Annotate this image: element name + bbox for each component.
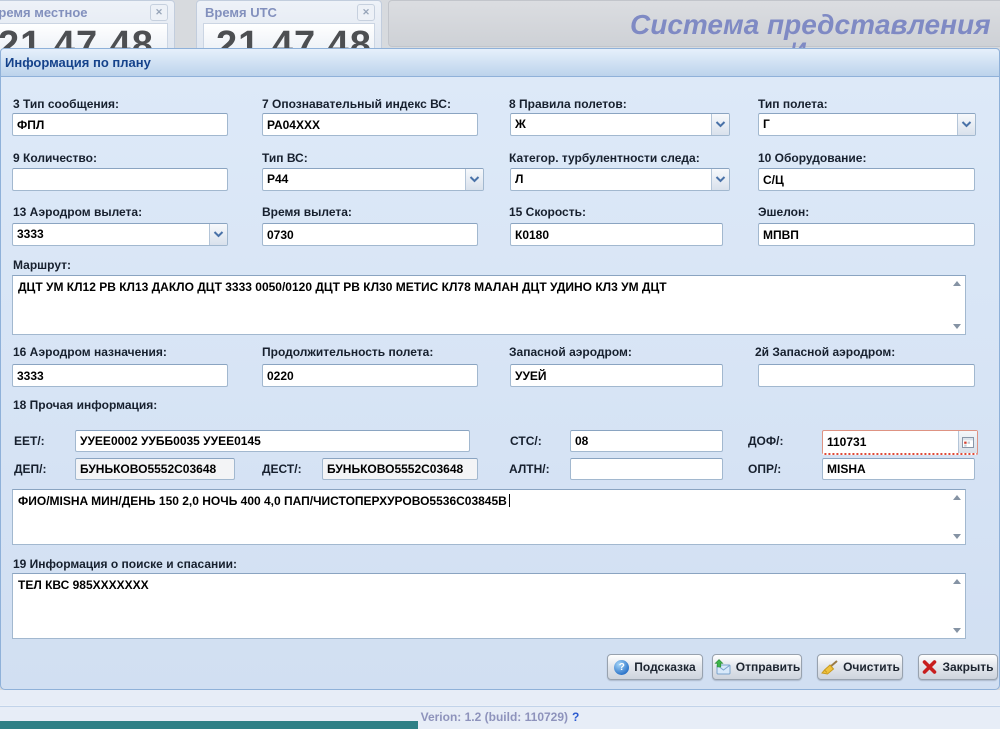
chevron-down-icon[interactable] — [209, 224, 227, 245]
quantity-input[interactable] — [12, 168, 228, 191]
flight-rules-label: 8 Правила полетов: — [509, 97, 627, 111]
dep-label: ДЕП/: — [14, 462, 47, 476]
dialog-title: Информация по плану — [0, 48, 1000, 77]
flight-rules-value: Ж — [511, 114, 711, 135]
chevron-down-icon[interactable] — [465, 169, 483, 190]
turbulence-category-value: Л — [511, 169, 711, 190]
dof-label: ДОФ/: — [748, 434, 783, 448]
aircraft-type-select[interactable]: Р44 — [262, 168, 484, 191]
alternate-aerodrome-label: Запасной аэродром: — [509, 345, 632, 359]
clear-button[interactable]: Очистить — [817, 654, 903, 680]
departure-aerodrome-value: 3333 — [13, 224, 209, 245]
scroll-down-icon[interactable] — [953, 534, 961, 539]
send-button[interactable]: Отправить — [712, 654, 802, 680]
quantity-label: 9 Количество: — [13, 151, 97, 165]
departure-time-input[interactable] — [262, 223, 478, 246]
flight-rules-select[interactable]: Ж — [510, 113, 730, 136]
sts-input[interactable] — [570, 430, 723, 452]
aircraft-type-label: Тип ВС: — [262, 151, 308, 165]
route-text: ДЦТ УМ КЛ12 РВ КЛ13 ДАКЛО ДЦТ 3333 0050/… — [18, 280, 667, 294]
level-input[interactable] — [758, 223, 975, 246]
chevron-down-icon[interactable] — [711, 114, 729, 135]
departure-aerodrome-select[interactable]: 3333 — [12, 223, 228, 246]
flight-duration-input[interactable] — [262, 364, 478, 387]
equipment-input[interactable] — [758, 168, 975, 191]
equipment-label: 10 Оборудование: — [758, 151, 866, 165]
eet-input[interactable] — [75, 430, 470, 452]
flight-type-value: Г — [759, 114, 957, 135]
route-label: Маршрут: — [13, 258, 71, 272]
altn-label: АЛТН/: — [509, 462, 550, 476]
speed-label: 15 Скорость: — [509, 205, 586, 219]
send-button-label: Отправить — [736, 660, 800, 674]
scroll-up-icon[interactable] — [953, 495, 961, 500]
msg-type-input[interactable] — [12, 113, 228, 136]
scroll-down-icon[interactable] — [953, 324, 961, 329]
turbulence-category-label: Категор. турбулентности следа: — [509, 151, 700, 165]
hint-button-label: Подсказка — [634, 660, 695, 674]
close-icon[interactable]: ✕ — [150, 4, 168, 21]
speed-input[interactable] — [510, 223, 723, 246]
dof-input[interactable] — [823, 431, 958, 453]
sts-label: СТС/: — [510, 434, 542, 448]
second-alternate-aerodrome-label: 2й Запасной аэродром: — [755, 345, 895, 359]
other-info-heading: 18 Прочая информация: — [13, 398, 157, 412]
bottom-bar — [0, 721, 418, 729]
close-icon[interactable]: ✕ — [357, 4, 375, 21]
eet-label: ЕЕТ/: — [14, 434, 45, 448]
help-icon: ? — [614, 660, 629, 675]
flight-type-select[interactable]: Г — [758, 113, 976, 136]
flight-duration-label: Продолжительность полета: — [262, 345, 433, 359]
app-title: Система представления — [630, 9, 991, 41]
close-button-label: Закрыть — [942, 660, 993, 674]
opr-label: ОПР/: — [748, 462, 781, 476]
screen: Время местное ✕ 21 47 48 Время UTC ✕ 21 … — [0, 0, 1000, 729]
other-info-text: ФИО/MISHA МИН/ДЕНЬ 150 2,0 НОЧЬ 400 4,0 … — [18, 494, 507, 508]
close-x-icon — [922, 660, 937, 674]
chevron-down-icon[interactable] — [957, 114, 975, 135]
scroll-up-icon[interactable] — [953, 579, 961, 584]
dof-field — [822, 430, 978, 455]
version-label: Verion: 1.2 (build: 110729) — [421, 710, 568, 724]
dest-input[interactable] — [322, 458, 478, 480]
clear-button-label: Очистить — [843, 660, 900, 674]
destination-aerodrome-input[interactable] — [12, 364, 228, 387]
other-info-textarea[interactable]: ФИО/MISHA МИН/ДЕНЬ 150 2,0 НОЧЬ 400 4,0 … — [12, 489, 966, 545]
broom-icon — [820, 660, 838, 675]
hint-button[interactable]: ? Подсказка — [607, 654, 703, 680]
destination-aerodrome-label: 16 Аэродром назначения: — [13, 345, 167, 359]
dep-input[interactable] — [75, 458, 235, 480]
scroll-up-icon[interactable] — [953, 281, 961, 286]
chevron-down-icon[interactable] — [711, 169, 729, 190]
scroll-down-icon[interactable] — [953, 628, 961, 633]
aircraft-id-label: 7 Опознавательный индекс ВС: — [262, 97, 451, 111]
utc-time-panel-title: Время UTC — [205, 5, 277, 20]
departure-aerodrome-label: 13 Аэродром вылета: — [13, 205, 142, 219]
alternate-aerodrome-input[interactable] — [510, 364, 723, 387]
footer: Verion: 1.2 (build: 110729)? — [0, 690, 1000, 729]
flight-type-label: Тип полета: — [758, 97, 828, 111]
dest-label: ДЕСТ/: — [262, 462, 302, 476]
calendar-icon[interactable] — [958, 431, 977, 453]
version-help-link[interactable]: ? — [572, 710, 579, 724]
local-time-panel-title: Время местное — [0, 5, 88, 20]
text-cursor — [509, 494, 510, 507]
close-button[interactable]: Закрыть — [918, 654, 998, 680]
sar-textarea[interactable]: ТЕЛ КВС 985ХХХХХХХ — [12, 573, 966, 639]
route-textarea[interactable]: ДЦТ УМ КЛ12 РВ КЛ13 ДАКЛО ДЦТ 3333 0050/… — [12, 275, 966, 335]
aircraft-id-input[interactable] — [262, 113, 478, 136]
aircraft-type-value: Р44 — [263, 169, 465, 190]
sar-text: ТЕЛ КВС 985ХХХХХХХ — [18, 578, 149, 592]
sar-heading: 19 Информация о поиске и спасании: — [13, 557, 237, 571]
opr-input[interactable] — [822, 458, 975, 480]
altn-input[interactable] — [570, 458, 723, 480]
footer-divider — [0, 705, 1000, 707]
departure-time-label: Время вылета: — [262, 205, 352, 219]
turbulence-category-select[interactable]: Л — [510, 168, 730, 191]
msg-type-label: 3 Тип сообщения: — [13, 97, 119, 111]
level-label: Эшелон: — [758, 205, 809, 219]
send-icon — [714, 659, 731, 675]
second-alternate-aerodrome-input[interactable] — [758, 364, 975, 387]
